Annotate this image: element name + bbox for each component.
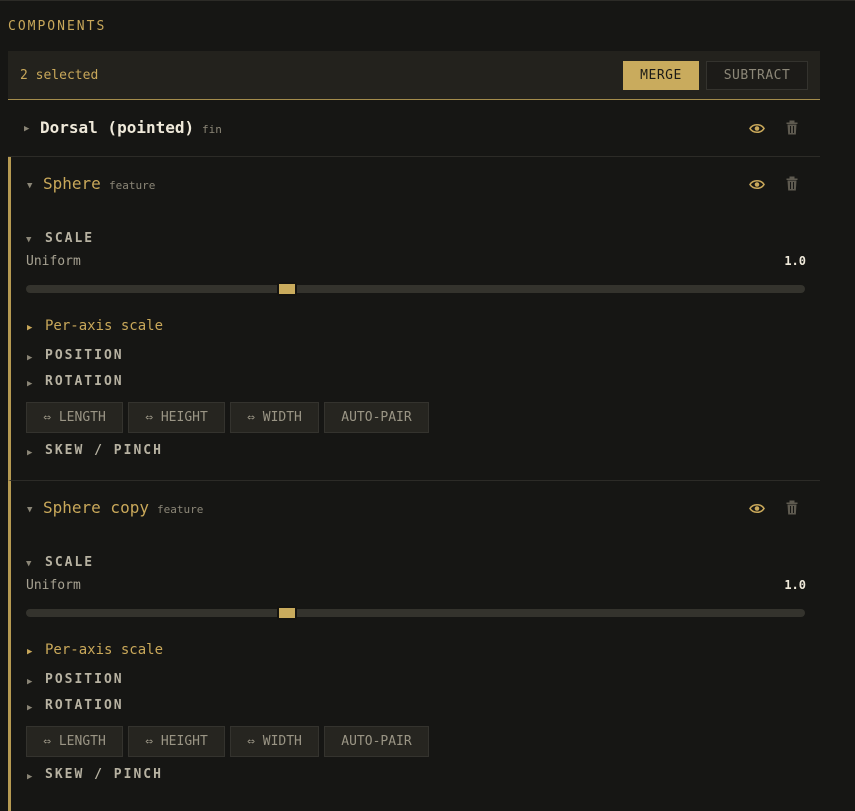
rotation-heading[interactable]: ROTATION (45, 698, 124, 713)
trash-icon[interactable] (786, 500, 798, 515)
length-chip[interactable]: ⇔ LENGTH (26, 402, 123, 433)
collapse-caret-icon[interactable]: ▼ (27, 505, 32, 515)
width-chip[interactable]: ⇔ WIDTH (230, 726, 319, 757)
component-type: fin (202, 123, 222, 136)
component-row[interactable]: ▶ Dorsal (pointed) fin (8, 101, 820, 157)
component-row[interactable]: ▼ Sphere copy feature ▼ SCALE Uniform 1.… (8, 481, 820, 811)
scale-caret-icon[interactable]: ▼ (26, 235, 31, 245)
component-header[interactable]: ▼ Sphere copy feature (11, 481, 820, 537)
scale-caret-icon[interactable]: ▼ (26, 559, 31, 569)
collapse-caret-icon[interactable]: ▼ (27, 181, 32, 191)
trash-icon[interactable] (786, 120, 798, 135)
uniform-scale-slider[interactable] (26, 609, 805, 617)
top-divider (0, 0, 855, 1)
eye-icon[interactable] (749, 503, 765, 514)
per-axis-caret-icon[interactable]: ▶ (27, 323, 32, 333)
component-type: feature (157, 503, 204, 516)
skew-pinch-heading[interactable]: SKEW / PINCH (45, 767, 163, 782)
trash-icon[interactable] (786, 176, 798, 191)
component-type: feature (109, 179, 156, 192)
rotation-caret-icon[interactable]: ▶ (27, 703, 32, 713)
position-caret-icon[interactable]: ▶ (27, 353, 32, 363)
uniform-value: 1.0 (784, 578, 806, 592)
subtract-button[interactable]: SUBTRACT (706, 61, 808, 90)
slider-thumb[interactable] (276, 282, 297, 296)
uniform-scale-slider[interactable] (26, 285, 805, 293)
eye-icon[interactable] (749, 179, 765, 190)
scale-heading[interactable]: SCALE (45, 231, 94, 246)
position-heading[interactable]: POSITION (45, 672, 124, 687)
component-name: Sphere copy (43, 498, 149, 517)
skew-pinch-heading[interactable]: SKEW / PINCH (45, 443, 163, 458)
slider-thumb[interactable] (276, 606, 297, 620)
position-heading[interactable]: POSITION (45, 348, 124, 363)
section-title: COMPONENTS (8, 19, 107, 34)
uniform-label: Uniform (26, 254, 81, 269)
per-axis-scale-toggle[interactable]: Per-axis scale (45, 318, 163, 334)
merge-button[interactable]: MERGE (623, 61, 699, 90)
eye-icon[interactable] (749, 123, 765, 134)
skew-caret-icon[interactable]: ▶ (27, 448, 32, 458)
rotation-heading[interactable]: ROTATION (45, 374, 124, 389)
position-caret-icon[interactable]: ▶ (27, 677, 32, 687)
width-chip[interactable]: ⇔ WIDTH (230, 402, 319, 433)
selection-count: 2 selected (20, 68, 99, 83)
height-chip[interactable]: ⇔ HEIGHT (128, 402, 225, 433)
uniform-value: 1.0 (784, 254, 806, 268)
selection-toolbar: 2 selected MERGE SUBTRACT (8, 51, 820, 100)
skew-caret-icon[interactable]: ▶ (27, 772, 32, 782)
component-row[interactable]: ▼ Sphere feature ▼ SCALE Uniform 1.0 ▶ P… (8, 157, 820, 481)
per-axis-caret-icon[interactable]: ▶ (27, 647, 32, 657)
component-name: Sphere (43, 174, 101, 193)
length-chip[interactable]: ⇔ LENGTH (26, 726, 123, 757)
uniform-label: Uniform (26, 578, 81, 593)
component-header[interactable]: ▼ Sphere feature (11, 157, 820, 213)
expand-caret-icon[interactable]: ▶ (24, 124, 29, 134)
component-header[interactable]: ▶ Dorsal (pointed) fin (8, 101, 820, 157)
scale-heading[interactable]: SCALE (45, 555, 94, 570)
height-chip[interactable]: ⇔ HEIGHT (128, 726, 225, 757)
component-name: Dorsal (pointed) (40, 118, 195, 137)
auto-pair-chip[interactable]: AUTO-PAIR (324, 402, 429, 433)
per-axis-scale-toggle[interactable]: Per-axis scale (45, 642, 163, 658)
rotation-caret-icon[interactable]: ▶ (27, 379, 32, 389)
auto-pair-chip[interactable]: AUTO-PAIR (324, 726, 429, 757)
